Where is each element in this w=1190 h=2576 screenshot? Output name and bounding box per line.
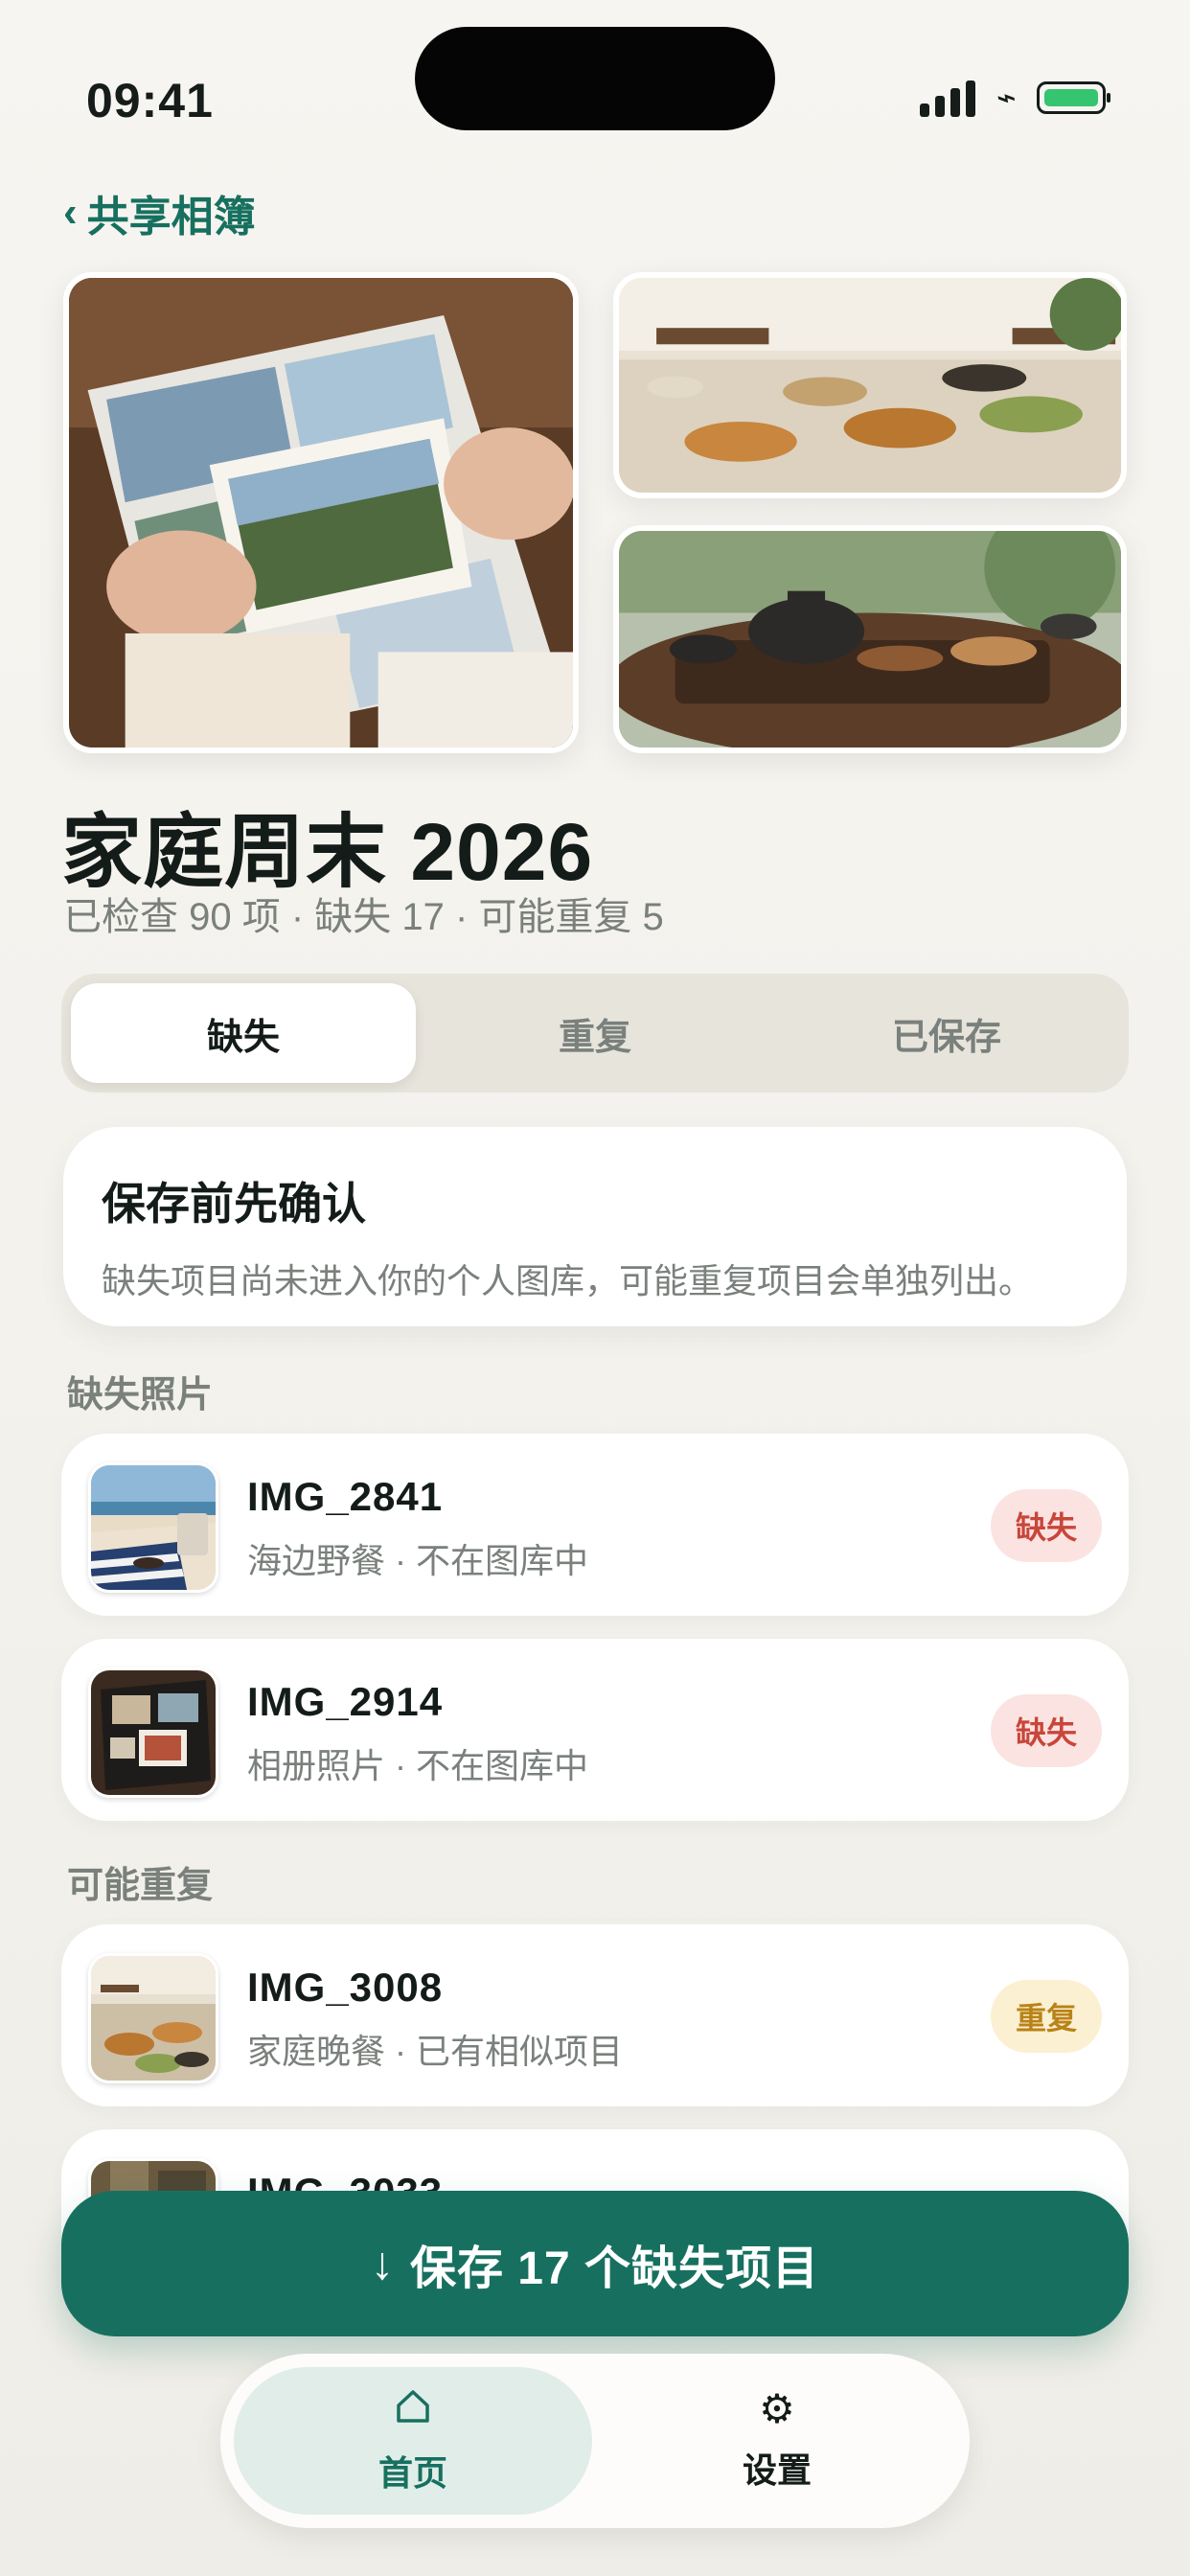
filter-segmented-control: 缺失 重复 已保存 [61,974,1129,1092]
photo-album-hands-image [69,278,573,748]
gear-icon: ⚙ [759,2386,795,2431]
status-badge-duplicate: 重复 [990,1980,1102,2053]
status-time: 09:41 [86,74,214,127]
status-badge-missing: 缺失 [990,1694,1102,1767]
battery-icon [1037,81,1110,114]
notice-description: 缺失项目尚未进入你的个人图库，可能重复项目会单独列出。 [102,1261,1034,1300]
item-name: IMG_3008 [247,1965,444,2010]
section-duplicate-label: 可能重复 [67,1866,214,1906]
screen: 09:41 ⌁ ‹ 共享相簿 家庭周末 2026 已检查 90 项 · 缺失 1… [0,0,1190,2576]
tab-settings[interactable]: ⚙ 设置 [598,2367,956,2515]
tab-home-label: 首页 [378,2452,447,2493]
charging-bolt-icon: ⌁ [993,78,1019,118]
tab-saved[interactable]: 已保存 [774,983,1119,1083]
photo-thumbnail [88,1953,218,2083]
cellular-signal-icon [919,79,975,117]
album-photo-tea-set[interactable] [613,525,1127,753]
bottom-tab-bar: 首页 ⚙ 设置 [220,2354,970,2528]
tab-home[interactable]: 首页 [234,2367,592,2515]
item-meta: 家庭晚餐 · 已有相似项目 [247,2032,623,2071]
save-button-label: 保存 17 个缺失项目 [409,2243,820,2294]
tea-set-image [619,531,1121,748]
section-missing-label: 缺失照片 [67,1375,214,1415]
item-meta: 海边野餐 · 不在图库中 [247,1541,588,1580]
tab-missing[interactable]: 缺失 [71,983,416,1083]
list-item-duplicate[interactable]: IMG_3008 家庭晚餐 · 已有相似项目 重复 [61,1924,1129,2106]
list-item-missing[interactable]: IMG_2841 海边野餐 · 不在图库中 缺失 [61,1434,1129,1616]
tab-duplicate[interactable]: 重复 [423,983,767,1083]
list-item-missing[interactable]: IMG_2914 相册照片 · 不在图库中 缺失 [61,1639,1129,1821]
arrow-down-icon: ↓ [370,2238,395,2289]
photo-thumbnail [88,1668,218,1798]
album-cover-photo-main[interactable] [63,272,579,753]
item-meta: 相册照片 · 不在图库中 [247,1746,588,1785]
photo-thumbnail [88,1462,218,1593]
tab-settings-label: 设置 [742,2450,812,2490]
item-name: IMG_2841 [247,1474,444,1519]
dynamic-island [415,27,775,130]
back-button[interactable]: ‹ 共享相簿 [63,182,256,243]
confirm-notice-card: 保存前先确认 缺失项目尚未进入你的个人图库，可能重复项目会单独列出。 [63,1127,1127,1326]
home-icon [394,2387,432,2432]
chevron-left-icon: ‹ [63,189,78,236]
notice-title: 保存前先确认 [102,1179,366,1229]
dinner-table-image [619,278,1121,493]
album-summary: 已检查 90 项 · 缺失 17 · 可能重复 5 [63,896,664,938]
status-badge-missing: 缺失 [990,1489,1102,1562]
album-photo-dinner-table[interactable] [613,272,1127,498]
save-missing-button[interactable]: ↓ 保存 17 个缺失项目 [61,2191,1129,2336]
back-label: 共享相簿 [86,194,256,241]
status-indicators: ⌁ [919,78,1110,118]
item-name: IMG_2914 [247,1679,444,1724]
